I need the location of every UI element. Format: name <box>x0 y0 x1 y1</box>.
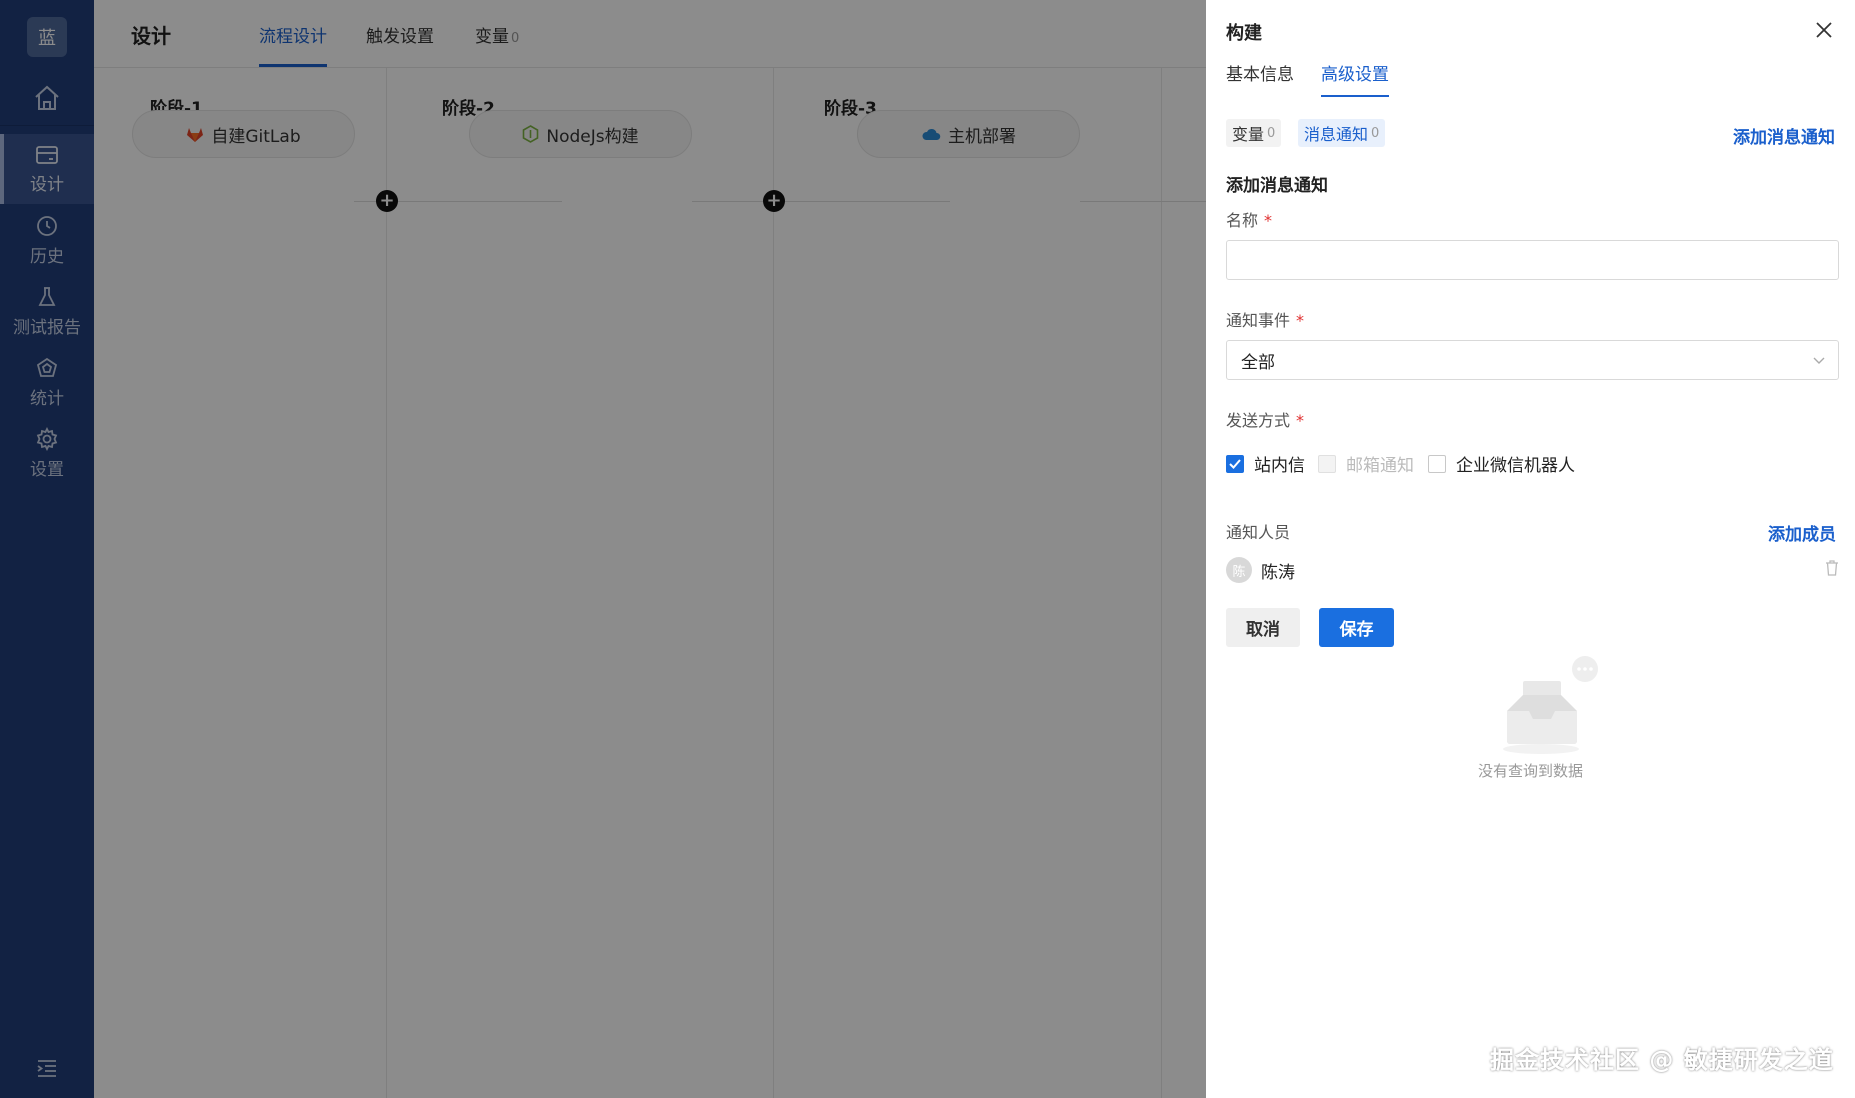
modal-overlay[interactable] <box>0 0 1206 1098</box>
cancel-button[interactable]: 取消 <box>1226 608 1300 647</box>
name-label: 名称 * <box>1226 211 1273 230</box>
chip-variables[interactable]: 变量 0 <box>1226 119 1282 147</box>
add-member-link[interactable]: 添加成员 <box>1768 520 1836 545</box>
save-button[interactable]: 保存 <box>1319 608 1394 647</box>
event-label: 通知事件 * <box>1226 311 1305 330</box>
chevron-down-icon <box>1813 357 1825 364</box>
watermark: 掘金技术社区 @ 敏捷研发之道 <box>1490 1046 1834 1074</box>
tab-basic-info[interactable]: 基本信息 <box>1226 60 1294 85</box>
members-label: 通知人员 <box>1226 523 1291 542</box>
name-input[interactable] <box>1226 240 1839 280</box>
drawer-title: 构建 <box>1226 23 1262 44</box>
add-notification-link[interactable]: 添加消息通知 <box>1733 123 1835 148</box>
check-icon <box>1229 458 1241 469</box>
empty-inbox-icon <box>1503 656 1598 754</box>
member-row: 陈 陈涛 <box>1226 555 1839 585</box>
checkbox[interactable] <box>1428 454 1446 473</box>
method-checkbox-inbox[interactable]: 站内信 <box>1226 451 1305 476</box>
tab-advanced-settings[interactable]: 高级设置 <box>1321 60 1389 97</box>
avatar: 陈 <box>1226 557 1252 583</box>
checkbox <box>1318 454 1336 473</box>
method-checkbox-email: 邮箱通知 <box>1318 451 1414 476</box>
method-label: 发送方式 * <box>1226 411 1305 430</box>
trash-icon[interactable] <box>1825 560 1839 576</box>
close-icon[interactable] <box>1814 20 1834 40</box>
event-select[interactable]: 全部 <box>1226 340 1839 380</box>
form-section-title: 添加消息通知 <box>1226 176 1328 196</box>
checkbox[interactable] <box>1226 454 1244 473</box>
empty-state: 没有查询到数据 <box>1206 655 1855 785</box>
config-drawer: 构建 基本信息 高级设置 变量 0 消息通知 0 添加消息通知 添加消息通知 名称 *… <box>1206 0 1855 1098</box>
method-checkbox-wecom-bot[interactable]: 企业微信机器人 <box>1428 451 1575 476</box>
chip-notifications[interactable]: 消息通知 0 <box>1298 119 1386 147</box>
member-name: 陈涛 <box>1261 562 1295 583</box>
empty-state-text: 没有查询到数据 <box>1477 762 1583 780</box>
